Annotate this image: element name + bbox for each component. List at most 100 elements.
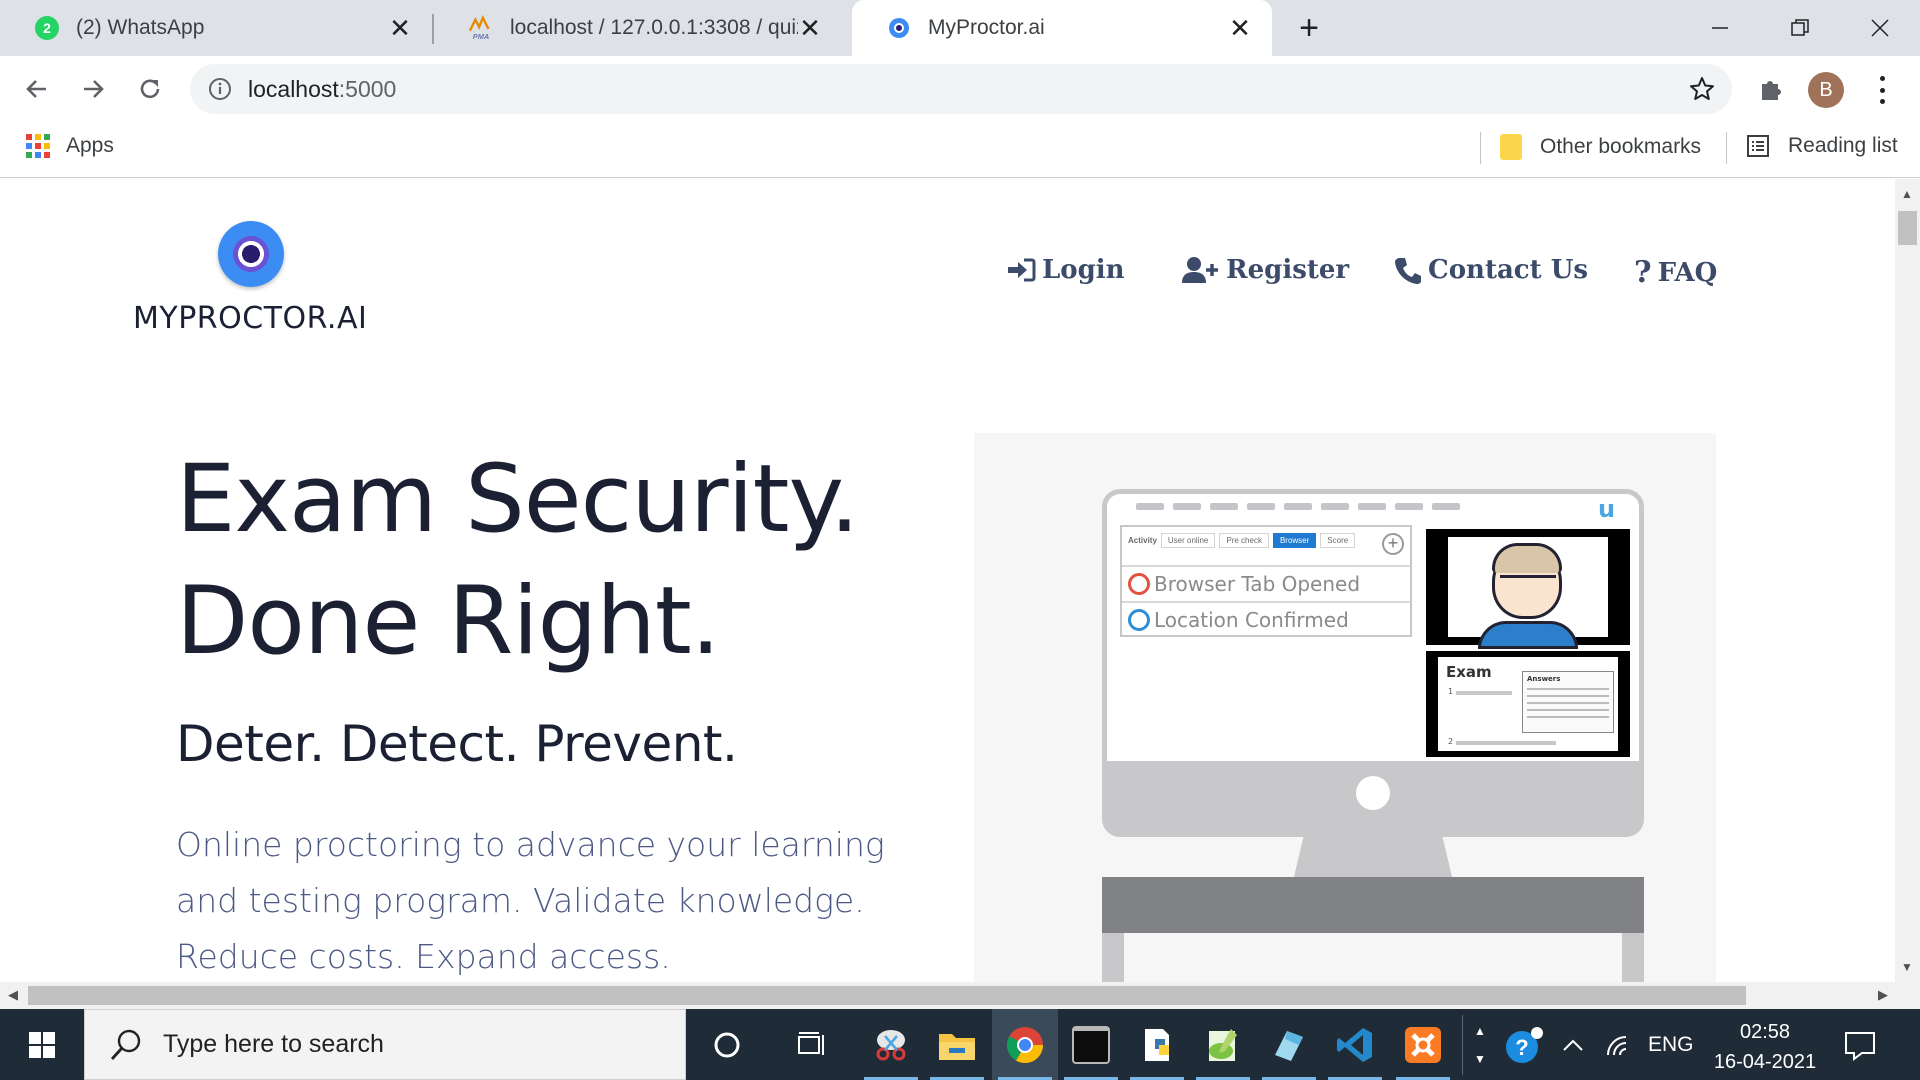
myproctor-logo-icon[interactable] [218,221,284,287]
browser-tab-strip: 2 (2) WhatsApp ✕ PMA localhost / 127.0.0… [0,0,1920,56]
browser-toolbar: localhost:5000 B [0,56,1920,122]
scroll-right-icon: ▶ [1878,987,1888,1002]
more-menu-icon[interactable] [1872,72,1892,108]
hero-description: Online proctoring to advance your learni… [176,825,885,976]
hero-subtitle: Deter. Detect. Prevent. [176,715,738,773]
horizontal-scrollbar[interactable]: ◀ ▶ [0,982,1920,1009]
help-icon: ? [1506,1026,1543,1063]
bookmark-separator [1726,132,1727,164]
question-icon: ? [1634,255,1652,290]
monitor-logo-mark: u [1598,495,1616,523]
taskbar-app-notepad[interactable] [1190,1009,1256,1080]
taskbar-app-vscode[interactable] [1322,1009,1388,1080]
nav-register[interactable]: Register [1182,255,1349,285]
avatar-body [1478,621,1578,649]
apps-grid-icon [26,134,50,158]
plus-icon: + [1382,533,1404,555]
activity-tab-label: Activity [1128,536,1157,545]
taskbar-app-edge[interactable] [1256,1009,1322,1080]
close-tab-icon[interactable]: ✕ [388,13,412,43]
monitor-button [1356,776,1390,810]
cortana-button[interactable] [694,1009,760,1080]
task-view-button[interactable] [778,1009,844,1080]
python-icon [1145,1028,1169,1061]
taskbar-app-terminal[interactable] [1058,1009,1124,1080]
taskbar-clock[interactable]: 02:58 16-04-2021 [1700,1017,1830,1077]
hero-heading: Exam Security. Done Right. [176,439,860,683]
activity-panel: Activity User online Pre check Browser S… [1120,525,1412,637]
taskbar-app-snipping[interactable] [858,1009,924,1080]
taskbar-search-input[interactable] [163,1030,583,1059]
activity-tabs: Activity User online Pre check Browser S… [1128,533,1356,548]
puzzle-icon[interactable] [1756,74,1786,104]
notification-icon[interactable] [1842,1027,1878,1063]
chevron-up-icon [1563,1039,1583,1051]
taskbar-scroll[interactable]: ▲ ▼ [1470,1009,1490,1080]
taskbar-app-xampp[interactable] [1390,1009,1456,1080]
taskbar-app-chrome[interactable] [992,1009,1058,1080]
start-button[interactable] [0,1009,84,1080]
bookmark-reading-label: Reading list [1788,134,1898,157]
tray-network[interactable] [1604,1009,1632,1080]
tab-title: (2) WhatsApp [76,16,205,39]
taskbar-app-explorer[interactable] [924,1009,990,1080]
phone-icon [1394,256,1422,284]
sign-in-icon [1006,257,1036,283]
bookmark-apps[interactable]: Apps [26,134,114,158]
tab-myproctor[interactable]: MyProctor.ai ✕ [852,0,1272,56]
event-row: Location Confirmed [1122,601,1410,637]
bookmark-other[interactable]: Other bookmarks [1500,134,1701,160]
close-window-button[interactable] [1840,0,1920,56]
address-url: localhost:5000 [248,75,397,102]
star-icon[interactable] [1688,75,1716,103]
close-tab-icon[interactable]: ✕ [798,13,822,43]
back-button[interactable] [18,70,56,108]
close-icon [1871,19,1889,37]
site-logo-text[interactable]: MYPROCTOR.AI [133,301,367,336]
nav-contact-label: Contact Us [1428,255,1588,285]
new-tab-button[interactable]: + [1292,11,1326,46]
nav-contact[interactable]: Contact Us [1394,255,1588,285]
svg-text:PMA: PMA [473,32,489,41]
restore-button[interactable] [1760,0,1840,56]
exam-line [1456,741,1556,745]
vertical-scrollbar[interactable]: ▲ ▼ [1895,179,1920,982]
chevron-up-icon: ▲ [1474,1023,1486,1038]
reload-icon [140,79,160,99]
profile-avatar[interactable]: B [1808,72,1844,108]
hero-heading-line-2: Done Right. [176,567,721,676]
reload-button[interactable] [131,70,169,108]
scroll-thumb[interactable] [1898,211,1917,245]
tab-whatsapp[interactable]: 2 (2) WhatsApp ✕ [0,0,432,56]
info-icon[interactable] [208,77,232,101]
monitor-stand [1293,827,1453,881]
taskbar-app-python[interactable] [1124,1009,1190,1080]
answers-card: Answers [1522,671,1614,733]
edge-legacy-icon [1275,1030,1303,1061]
forward-button[interactable] [74,70,112,108]
desk-leg [1622,933,1644,982]
tray-language[interactable]: ENG [1648,1009,1694,1080]
scroll-thumb[interactable] [28,986,1746,1005]
exam-screen-feed: Exam 1 2 Answers [1426,651,1630,757]
location-icon [1128,609,1150,631]
webcam-feed [1426,529,1630,649]
tab-title: localhost / 127.0.0.1:3308 / quiza [510,16,798,39]
question-number: 2 [1448,737,1454,746]
exam-label: Exam [1446,663,1492,681]
tray-help[interactable]: ? [1504,1009,1544,1080]
minimize-button[interactable] [1680,0,1760,56]
taskbar-search[interactable] [84,1009,686,1080]
scroll-left-icon: ◀ [8,987,18,1002]
close-tab-icon[interactable]: ✕ [1228,13,1252,43]
exam-line [1456,691,1512,695]
address-bar[interactable]: localhost:5000 [190,64,1732,114]
tray-overflow[interactable] [1562,1009,1584,1080]
nav-login-label: Login [1042,255,1125,285]
cortana-icon [714,1032,740,1057]
nav-faq[interactable]: ? FAQ [1634,255,1717,290]
bookmark-reading-list[interactable]: Reading list [1746,134,1898,158]
tab-phpmyadmin[interactable]: PMA localhost / 127.0.0.1:3308 / quiza ✕ [434,0,842,56]
avatar-hair [1492,543,1562,573]
nav-login[interactable]: Login [1006,255,1125,285]
